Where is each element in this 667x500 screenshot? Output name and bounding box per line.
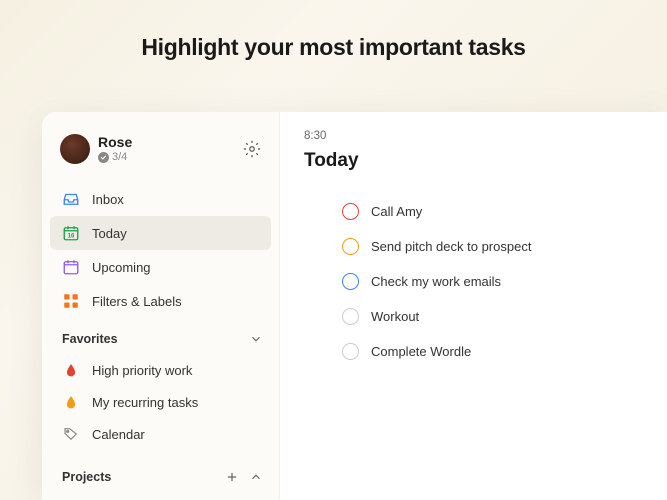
task-label: Workout — [371, 309, 419, 324]
favorite-item[interactable]: Calendar — [50, 418, 271, 450]
task-item[interactable]: Complete Wordle — [342, 334, 643, 369]
avatar[interactable] — [60, 134, 90, 164]
profile-row[interactable]: Rose 3/4 — [42, 128, 279, 178]
favorite-item[interactable]: High priority work — [50, 354, 271, 386]
upcoming-icon — [62, 258, 80, 276]
task-label: Send pitch deck to prospect — [371, 239, 531, 254]
task-checkbox[interactable] — [342, 238, 359, 255]
svg-text:16: 16 — [68, 234, 75, 240]
inbox-icon — [62, 190, 80, 208]
task-checkbox[interactable] — [342, 203, 359, 220]
plus-icon[interactable] — [225, 470, 239, 484]
grid-icon — [62, 292, 80, 310]
task-list: Call Amy Send pitch deck to prospect Check… — [304, 194, 643, 369]
projects-label: Projects — [62, 470, 111, 484]
task-item[interactable]: Check my work emails — [342, 264, 643, 299]
task-label: Complete Wordle — [371, 344, 471, 359]
profile-progress: 3/4 — [98, 151, 243, 164]
favorites-header[interactable]: Favorites — [42, 322, 279, 352]
projects-header[interactable]: Projects — [42, 460, 279, 490]
nav-item-upcoming[interactable]: Upcoming — [50, 250, 271, 284]
favorite-item[interactable]: My recurring tasks — [50, 386, 271, 418]
progress-text: 3/4 — [112, 151, 127, 164]
drop-icon — [62, 361, 80, 379]
task-checkbox[interactable] — [342, 308, 359, 325]
check-badge-icon — [98, 152, 109, 163]
nav-label: Filters & Labels — [92, 294, 182, 309]
task-checkbox[interactable] — [342, 343, 359, 360]
favorite-label: Calendar — [92, 427, 145, 442]
nav-label: Upcoming — [92, 260, 151, 275]
favorite-label: High priority work — [92, 363, 192, 378]
nav-item-inbox[interactable]: Inbox — [50, 182, 271, 216]
time-label: 8:30 — [304, 130, 643, 142]
favorites-list: High priority work My recurring tasks Ca… — [42, 352, 279, 452]
today-icon: 16 — [62, 224, 80, 242]
app-window: Rose 3/4 — [42, 112, 667, 500]
task-label: Call Amy — [371, 204, 422, 219]
task-item[interactable]: Workout — [342, 299, 643, 334]
task-label: Check my work emails — [371, 274, 501, 289]
favorite-label: My recurring tasks — [92, 395, 198, 410]
profile-text: Rose 3/4 — [98, 134, 243, 164]
nav-item-today[interactable]: 16 Today — [50, 216, 271, 250]
drop-icon — [62, 393, 80, 411]
favorites-label: Favorites — [62, 332, 118, 346]
nav-list: Inbox 16 Today Upcoming — [42, 178, 279, 322]
sidebar: Rose 3/4 — [42, 112, 280, 500]
chevron-down-icon[interactable] — [249, 332, 263, 346]
page-title: Today — [304, 150, 643, 172]
main-content: 8:30 Today Call Amy Send pitch deck to pr… — [280, 112, 667, 500]
profile-name: Rose — [98, 134, 243, 151]
nav-label: Inbox — [92, 192, 124, 207]
task-item[interactable]: Send pitch deck to prospect — [342, 229, 643, 264]
nav-label: Today — [92, 226, 127, 241]
tag-icon — [62, 425, 80, 443]
hero-title: Highlight your most important tasks — [0, 0, 667, 61]
gear-icon[interactable] — [243, 140, 261, 158]
chevron-up-icon[interactable] — [249, 470, 263, 484]
task-item[interactable]: Call Amy — [342, 194, 643, 229]
nav-item-filters[interactable]: Filters & Labels — [50, 284, 271, 318]
task-checkbox[interactable] — [342, 273, 359, 290]
